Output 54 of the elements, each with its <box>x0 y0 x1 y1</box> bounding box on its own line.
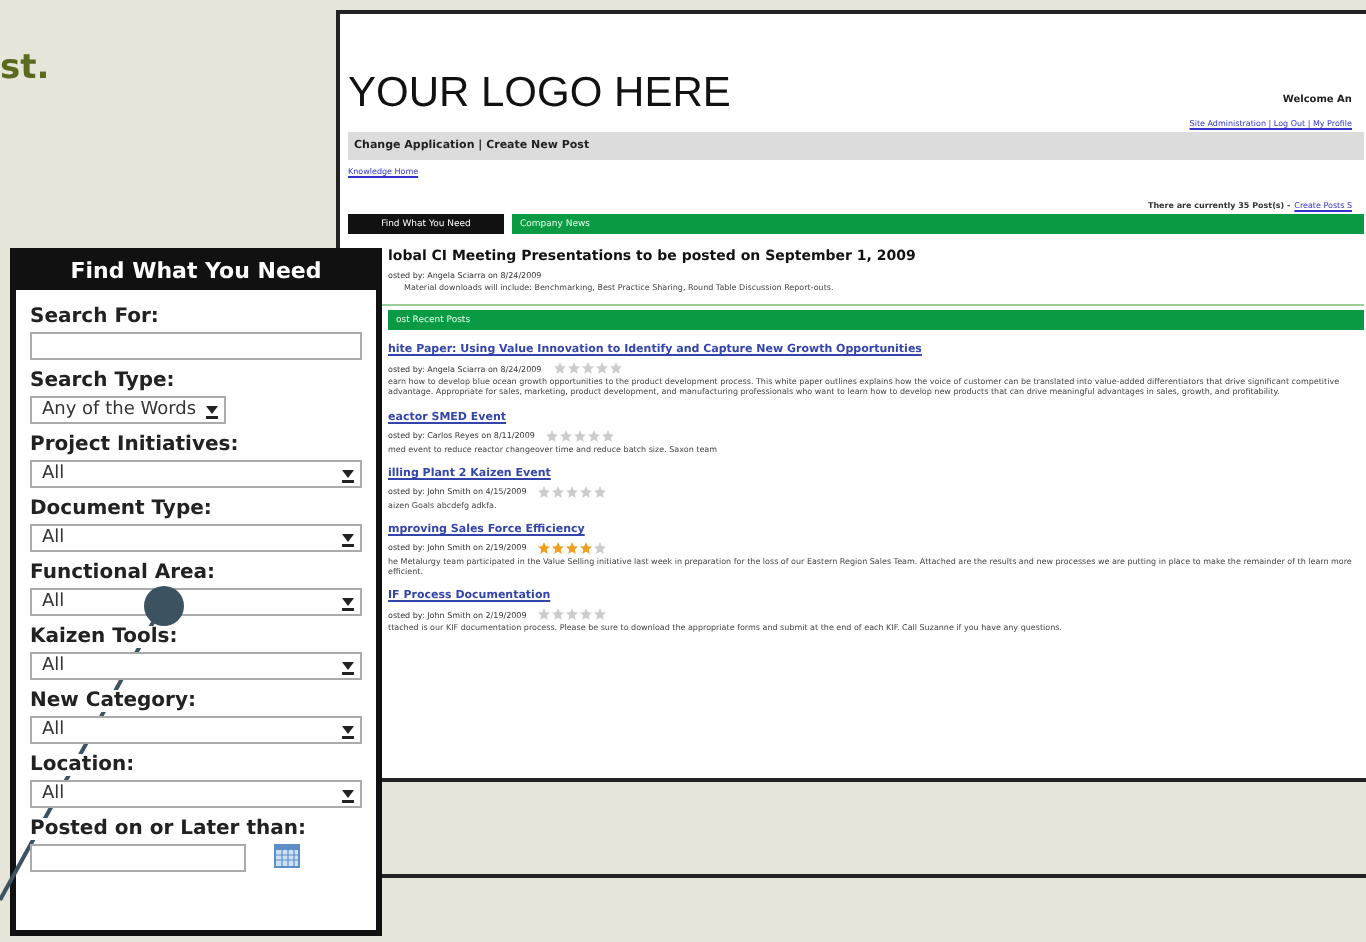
star-icon[interactable] <box>552 541 565 554</box>
star-icon[interactable] <box>552 485 565 498</box>
select-dropdown[interactable]: All <box>30 460 362 488</box>
star-icon[interactable] <box>553 362 566 375</box>
calendar-icon[interactable] <box>274 844 300 868</box>
star-icon[interactable] <box>594 608 607 621</box>
star-icon[interactable] <box>552 608 565 621</box>
field-label: Functional Area: <box>30 562 216 584</box>
dropdown-arrow-icon[interactable] <box>342 529 354 547</box>
field-label: Search For: <box>30 306 159 328</box>
heading-fragment: st. <box>0 48 50 88</box>
dropdown-arrow-icon[interactable] <box>342 465 354 483</box>
dropdown-arrow-icon[interactable] <box>342 785 354 803</box>
star-icon[interactable] <box>546 429 559 442</box>
star-icon[interactable] <box>594 541 607 554</box>
dropdown-arrow-icon[interactable] <box>342 721 354 739</box>
star-icon[interactable] <box>574 429 587 442</box>
callout-dot-icon <box>144 586 184 626</box>
star-icon[interactable] <box>602 429 615 442</box>
star-icon[interactable] <box>538 541 551 554</box>
panel-title: Find What You Need <box>16 254 376 290</box>
field-label: Search Type: <box>30 370 175 392</box>
star-icon[interactable] <box>609 362 622 375</box>
field-label: Location: <box>30 754 135 776</box>
star-icon[interactable] <box>588 429 601 442</box>
field-label: New Category: <box>30 690 196 712</box>
star-icon[interactable] <box>538 485 551 498</box>
star-icon[interactable] <box>538 608 551 621</box>
select-dropdown[interactable]: All <box>30 780 362 808</box>
star-icon[interactable] <box>581 362 594 375</box>
star-icon[interactable] <box>580 485 593 498</box>
field-label: Document Type: <box>30 498 212 520</box>
star-icon[interactable] <box>580 608 593 621</box>
dropdown-arrow-icon[interactable] <box>342 657 354 675</box>
search-input[interactable] <box>30 332 362 360</box>
star-icon[interactable] <box>566 541 579 554</box>
dropdown-arrow-icon[interactable] <box>342 593 354 611</box>
star-icon[interactable] <box>594 485 607 498</box>
select-dropdown[interactable]: All <box>30 716 362 744</box>
star-icon[interactable] <box>580 541 593 554</box>
star-icon[interactable] <box>595 362 608 375</box>
field-label: Kaizen Tools: <box>30 626 178 648</box>
logo-text: YOUR LOGO HERE <box>348 70 731 118</box>
star-icon[interactable] <box>566 485 579 498</box>
dropdown-arrow-icon[interactable] <box>206 401 218 419</box>
field-label: Posted on or Later than: <box>30 818 306 840</box>
star-icon[interactable] <box>560 429 573 442</box>
select-dropdown[interactable]: All <box>30 524 362 552</box>
field-label: Project Initiatives: <box>30 434 239 456</box>
star-icon[interactable] <box>566 608 579 621</box>
select-dropdown[interactable]: Any of the Words <box>30 396 226 424</box>
star-icon[interactable] <box>567 362 580 375</box>
date-input[interactable] <box>30 844 246 872</box>
select-dropdown[interactable]: All <box>30 652 362 680</box>
